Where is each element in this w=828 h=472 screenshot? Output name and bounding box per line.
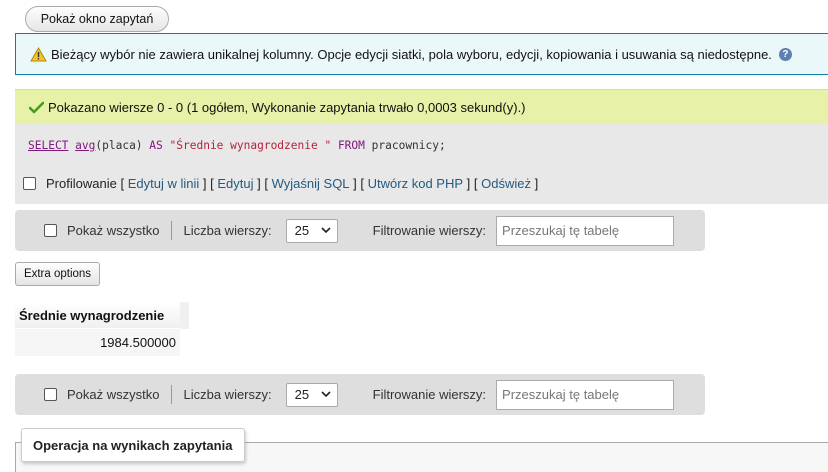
divider xyxy=(171,221,173,240)
results-navigation-bottom: Pokaż wszystko Liczba wierszy: 25 Filtro… xyxy=(15,374,705,415)
filter-rows-label: Filtrowanie wierszy: xyxy=(372,387,487,402)
sql-keyword-select[interactable]: SELECT xyxy=(28,139,68,152)
rows-count-label: Liczba wierszy: xyxy=(183,387,272,402)
column-header-shade xyxy=(180,302,189,329)
success-check-icon xyxy=(29,101,44,113)
rows-count-value: 25 xyxy=(294,223,310,238)
rows-count-select[interactable]: 25 xyxy=(285,218,338,243)
divider xyxy=(171,385,173,404)
sql-table-name: pracownicy; xyxy=(371,139,446,152)
sql-query-panel xyxy=(15,124,828,204)
sql-alias-string: "Średnie wynagrodzenie " xyxy=(169,139,332,152)
explain-sql-link[interactable]: Wyjaśnij SQL xyxy=(272,176,350,191)
column-header-srednie-wynagrodzenie[interactable]: Średnie wynagrodzenie xyxy=(15,302,189,329)
query-tools: Profilowanie [ Edytuj w linii ] [ Edytuj… xyxy=(23,176,538,191)
profiling-label: Profilowanie xyxy=(46,176,117,191)
sql-function-avg[interactable]: avg xyxy=(75,139,95,152)
sql-query-text: SELECT avg(placa) AS "Średnie wynagrodze… xyxy=(28,139,446,152)
success-message: Pokazano wiersze 0 - 0 (1 ogółem, Wykona… xyxy=(15,89,828,124)
chevron-down-icon xyxy=(321,390,331,397)
notice-message: Bieżący wybór nie zawiera unikalnej kolu… xyxy=(15,33,828,75)
show-query-box-button[interactable]: Pokaż okno zapytań xyxy=(25,6,169,32)
extra-options-button[interactable]: Extra options xyxy=(15,262,100,286)
query-results-operations-legend: Operacja na wynikach zapytania xyxy=(21,428,245,462)
filter-rows-label: Filtrowanie wierszy: xyxy=(372,223,487,238)
refresh-link[interactable]: Odśwież xyxy=(481,176,531,191)
sql-args: (placa) xyxy=(95,139,143,152)
create-php-code-link[interactable]: Utwórz kod PHP xyxy=(368,176,463,191)
show-all-checkbox[interactable] xyxy=(44,388,57,401)
filter-rows-input[interactable]: Przeszukaj tę tabelę xyxy=(496,215,675,246)
table-cell: 1984.500000 xyxy=(15,329,180,356)
sql-keyword-as: AS xyxy=(149,139,163,152)
rows-count-select[interactable]: 25 xyxy=(285,382,338,407)
notice-text: Bieżący wybór nie zawiera unikalnej kolu… xyxy=(51,46,772,62)
bracket-close: ] xyxy=(534,176,539,191)
rows-count-label: Liczba wierszy: xyxy=(183,223,272,238)
help-icon[interactable]: ? xyxy=(778,47,792,61)
warning-icon xyxy=(30,46,47,61)
show-all-label: Pokaż wszystko xyxy=(67,223,160,238)
sql-keyword-from: FROM xyxy=(337,139,365,152)
results-navigation-top: Pokaż wszystko Liczba wierszy: 25 Filtro… xyxy=(15,210,705,251)
show-all-label: Pokaż wszystko xyxy=(67,387,160,402)
success-text: Pokazano wiersze 0 - 0 (1 ogółem, Wykona… xyxy=(48,99,526,115)
filter-rows-input[interactable]: Przeszukaj tę tabelę xyxy=(496,379,675,410)
rows-count-value: 25 xyxy=(294,387,310,402)
edit-link[interactable]: Edytuj xyxy=(217,176,253,191)
show-all-checkbox[interactable] xyxy=(44,224,57,237)
profiling-checkbox[interactable] xyxy=(23,177,36,190)
inline-edit-link[interactable]: Edytuj w linii xyxy=(128,176,200,191)
chevron-down-icon xyxy=(321,226,331,233)
